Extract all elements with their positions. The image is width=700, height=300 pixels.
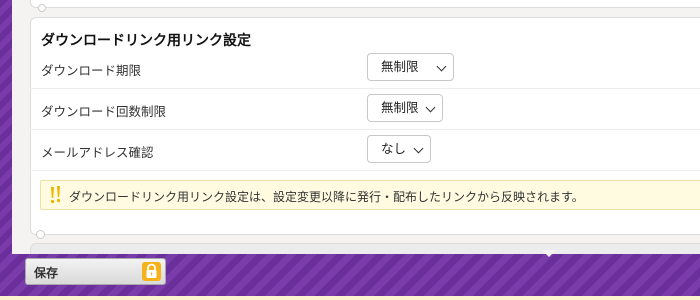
notice-text: ダウンロードリンク用リンク設定は、設定変更以降に発行・配布したリンクから反映され…: [69, 190, 584, 204]
save-button-label: 保存: [34, 266, 59, 280]
section-title: ダウンロードリンク用リンク設定: [41, 33, 251, 49]
setting-label: ダウンロード期限: [41, 63, 142, 78]
setting-row-download-count-limit: ダウンロード回数制限: [30, 89, 700, 130]
bar-notch: [542, 250, 556, 257]
chevron-down-icon: [425, 102, 436, 113]
card-connector-dot: [38, 4, 46, 12]
select-value: なし: [381, 141, 407, 156]
card-connector-dot: [36, 230, 45, 239]
lock-icon: [142, 262, 161, 281]
setting-row-download-expiry: ダウンロード期限: [30, 48, 700, 89]
download-expiry-select[interactable]: 無制限: [367, 53, 454, 81]
chevron-down-icon: [413, 143, 424, 154]
bottom-strip: [0, 296, 700, 300]
previous-section-card: [30, 0, 700, 8]
setting-label: メールアドレス確認: [41, 145, 154, 160]
select-value: 無制限: [381, 100, 419, 115]
download-count-limit-select[interactable]: 無制限: [367, 94, 443, 122]
exclamation-icon: [50, 186, 61, 204]
select-value: 無制限: [381, 59, 419, 74]
save-button[interactable]: 保存: [25, 258, 166, 285]
setting-row-email-confirmation: メールアドレス確認: [30, 130, 700, 171]
setting-label: ダウンロード回数制限: [41, 104, 167, 119]
info-notice: ダウンロードリンク用リンク設定は、設定変更以降に発行・配布したリンクから反映され…: [40, 180, 700, 210]
email-confirmation-select[interactable]: なし: [367, 135, 431, 163]
chevron-down-icon: [436, 61, 447, 72]
